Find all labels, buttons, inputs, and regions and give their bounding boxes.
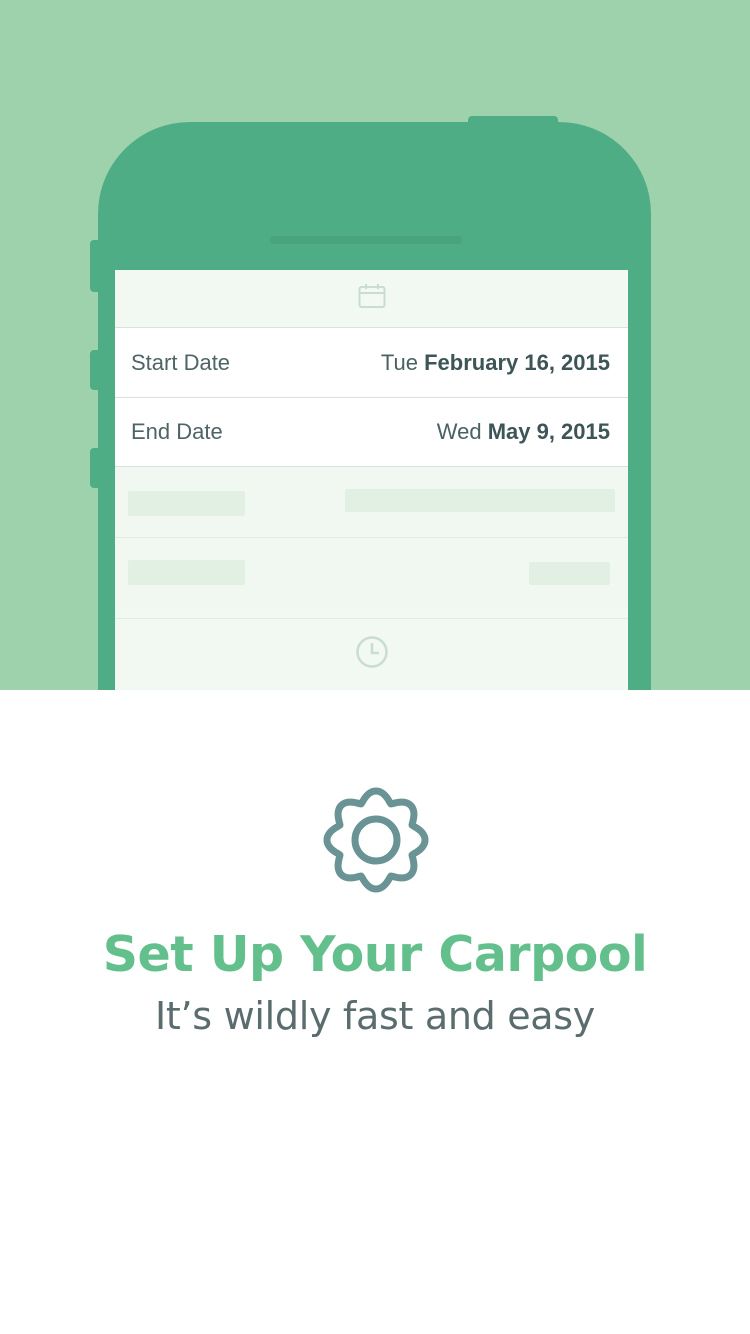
end-date-date: May 9, 2015	[487, 419, 610, 444]
gear-icon	[322, 786, 430, 894]
end-date-weekday: Wed	[436, 419, 482, 444]
placeholder-row	[115, 467, 628, 537]
end-date-row[interactable]: End Date Wed May 9, 2015	[115, 397, 628, 467]
start-date-label: Start Date	[131, 349, 231, 375]
calendar-header	[115, 270, 628, 327]
calendar-icon	[358, 283, 386, 314]
placeholder-label	[128, 491, 245, 516]
clock-icon	[355, 635, 389, 674]
placeholder-row	[115, 537, 628, 607]
end-date-label: End Date	[131, 419, 223, 444]
hero-illustration: Start Date Tue February 16, 2015 End Dat…	[0, 0, 750, 690]
start-date-weekday: Tue	[380, 349, 418, 375]
placeholder-value	[345, 489, 615, 512]
placeholder-label	[128, 560, 245, 585]
start-date-row[interactable]: Start Date Tue February 16, 2015	[115, 327, 628, 397]
phone-screen: Start Date Tue February 16, 2015 End Dat…	[115, 270, 628, 690]
end-date-value: Wed May 9, 2015	[437, 419, 610, 445]
time-header	[115, 618, 628, 690]
start-date-date: February 16, 2015	[424, 349, 610, 375]
onboarding-title: Set Up Your Carpool	[102, 926, 648, 983]
placeholder-value	[529, 562, 610, 585]
onboarding-subtitle: It’s wildly fast and easy	[155, 994, 595, 1038]
start-date-value: Tue February 16, 2015	[381, 350, 610, 376]
phone-speaker	[270, 236, 462, 244]
